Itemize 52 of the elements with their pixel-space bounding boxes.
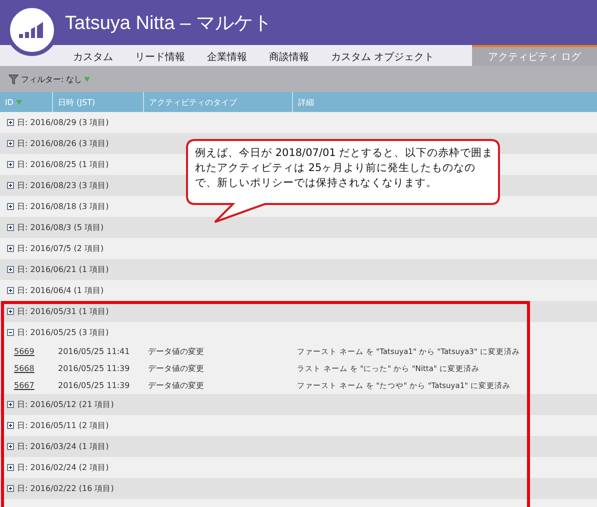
expand-icon[interactable] <box>7 182 14 189</box>
expand-icon[interactable] <box>7 161 14 168</box>
table-cell-text: データ値の変更 <box>148 346 205 357</box>
group-label[interactable]: 日: 2016/07/5 (2 項目) <box>17 243 104 254</box>
group-label[interactable]: 日: 2016/05/11 (2 項目) <box>17 420 109 431</box>
expand-icon[interactable] <box>7 140 14 147</box>
table-cell-text: データ値の変更 <box>148 363 205 374</box>
activity-id-link[interactable]: 5667 <box>14 381 34 390</box>
expand-icon[interactable] <box>7 308 14 315</box>
dropdown-icon <box>84 76 90 82</box>
group-label[interactable]: 日: 2016/05/25 (3 項目) <box>17 327 109 338</box>
tab[interactable]: 企業情報 <box>196 45 258 66</box>
group-label[interactable]: 日: 2016/06/21 (1 項目) <box>17 264 109 275</box>
activity-id-link[interactable]: 5669 <box>14 347 34 356</box>
tab[interactable]: リード情報 <box>124 45 196 66</box>
expand-icon[interactable] <box>7 245 14 252</box>
window-title: Tatsuya Nitta – マルケト <box>65 12 272 36</box>
table-cell-text: データ値の変更 <box>148 380 205 391</box>
expand-icon[interactable] <box>7 443 14 450</box>
group-label[interactable]: 日: 2016/05/12 (21 項目) <box>17 399 114 410</box>
group-label[interactable]: 日: 2016/02/24 (2 項目) <box>17 462 109 473</box>
tab[interactable]: カスタム <box>62 45 124 66</box>
tab[interactable]: カスタム オブジェクト <box>320 45 446 66</box>
group-label[interactable]: 日: 2016/08/3 (5 項目) <box>17 222 104 233</box>
filter-button[interactable]: フィルター: なし <box>8 74 90 84</box>
group-label[interactable]: 日: 2016/02/22 (16 項目) <box>17 483 114 494</box>
group-label[interactable]: 日: 2016/08/26 (3 項目) <box>17 138 109 149</box>
expand-icon[interactable] <box>7 401 14 408</box>
tab[interactable]: 商談情報 <box>258 45 320 66</box>
group-label[interactable]: 日: 2016/03/24 (1 項目) <box>17 441 109 452</box>
activity-id-link[interactable]: 5668 <box>14 364 34 373</box>
expand-icon[interactable] <box>7 485 14 492</box>
collapse-icon[interactable] <box>7 329 14 336</box>
group-label[interactable]: 日: 2016/08/23 (3 項目) <box>17 180 109 191</box>
expand-icon[interactable] <box>7 224 14 231</box>
sort-icon <box>16 100 22 104</box>
expand-icon[interactable] <box>7 287 14 294</box>
group-label[interactable]: 日: 2016/08/29 (3 項目) <box>17 117 109 128</box>
expand-icon[interactable] <box>7 203 14 210</box>
group-label[interactable]: 日: 2016/05/31 (1 項目) <box>17 306 109 317</box>
expand-icon[interactable] <box>7 119 14 126</box>
group-label[interactable]: 日: 2016/08/18 (3 項目) <box>17 201 109 212</box>
expand-icon[interactable] <box>7 266 14 273</box>
table-cell-text: 2016/05/25 11:39 <box>58 364 131 373</box>
table-cell-text: 2016/05/25 11:41 <box>58 347 131 356</box>
group-label[interactable]: 日: 2016/08/25 (1 項目) <box>17 159 109 170</box>
callout-text: 例えば、今日が 2018/07/01 だとすると、以下の赤枠で囲まれたアクティビティは 25ヶ月より前に発生したものなので、新しいポリシーでは保持されなくなります。 <box>195 146 494 191</box>
table-cell-text: 2016/05/25 11:39 <box>58 381 131 390</box>
expand-icon[interactable] <box>7 464 14 471</box>
filter-icon <box>8 74 19 84</box>
expand-icon[interactable] <box>7 422 14 429</box>
group-label[interactable]: 日: 2016/06/4 (1 項目) <box>17 285 104 296</box>
